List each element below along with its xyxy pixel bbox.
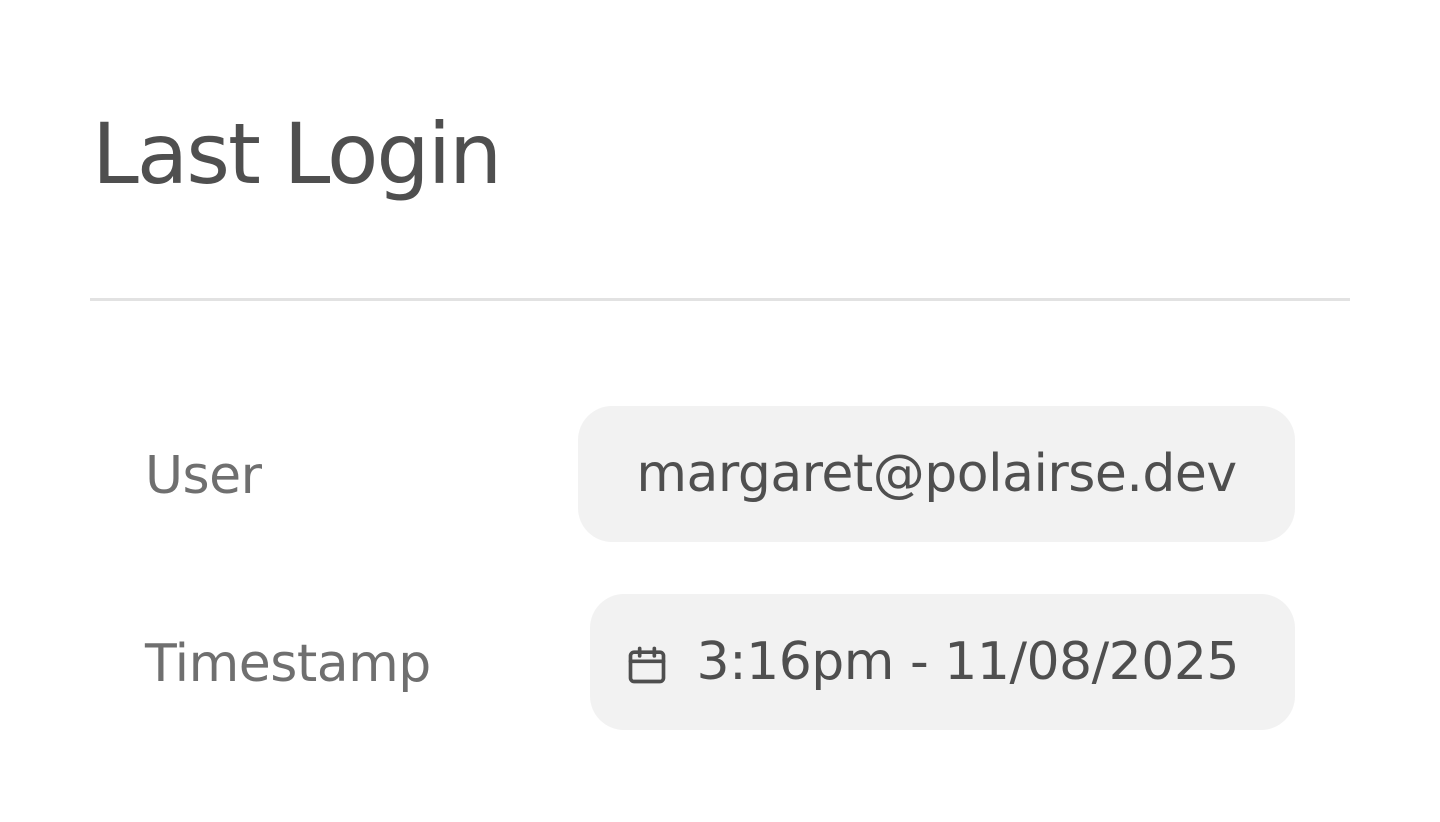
user-label: User [145,446,262,506]
user-value: margaret@polairse.dev [636,444,1237,504]
page-title: Last Login [92,105,502,203]
timestamp-value-pill: 3:16pm - 11/08/2025 [590,594,1295,730]
calendar-icon [625,640,669,684]
last-login-card: Last Login User margaret@polairse.dev Ti… [0,0,1440,822]
timestamp-label: Timestamp [145,634,431,694]
user-value-pill: margaret@polairse.dev [578,406,1295,542]
divider [90,298,1350,301]
timestamp-value: 3:16pm - 11/08/2025 [696,632,1240,692]
